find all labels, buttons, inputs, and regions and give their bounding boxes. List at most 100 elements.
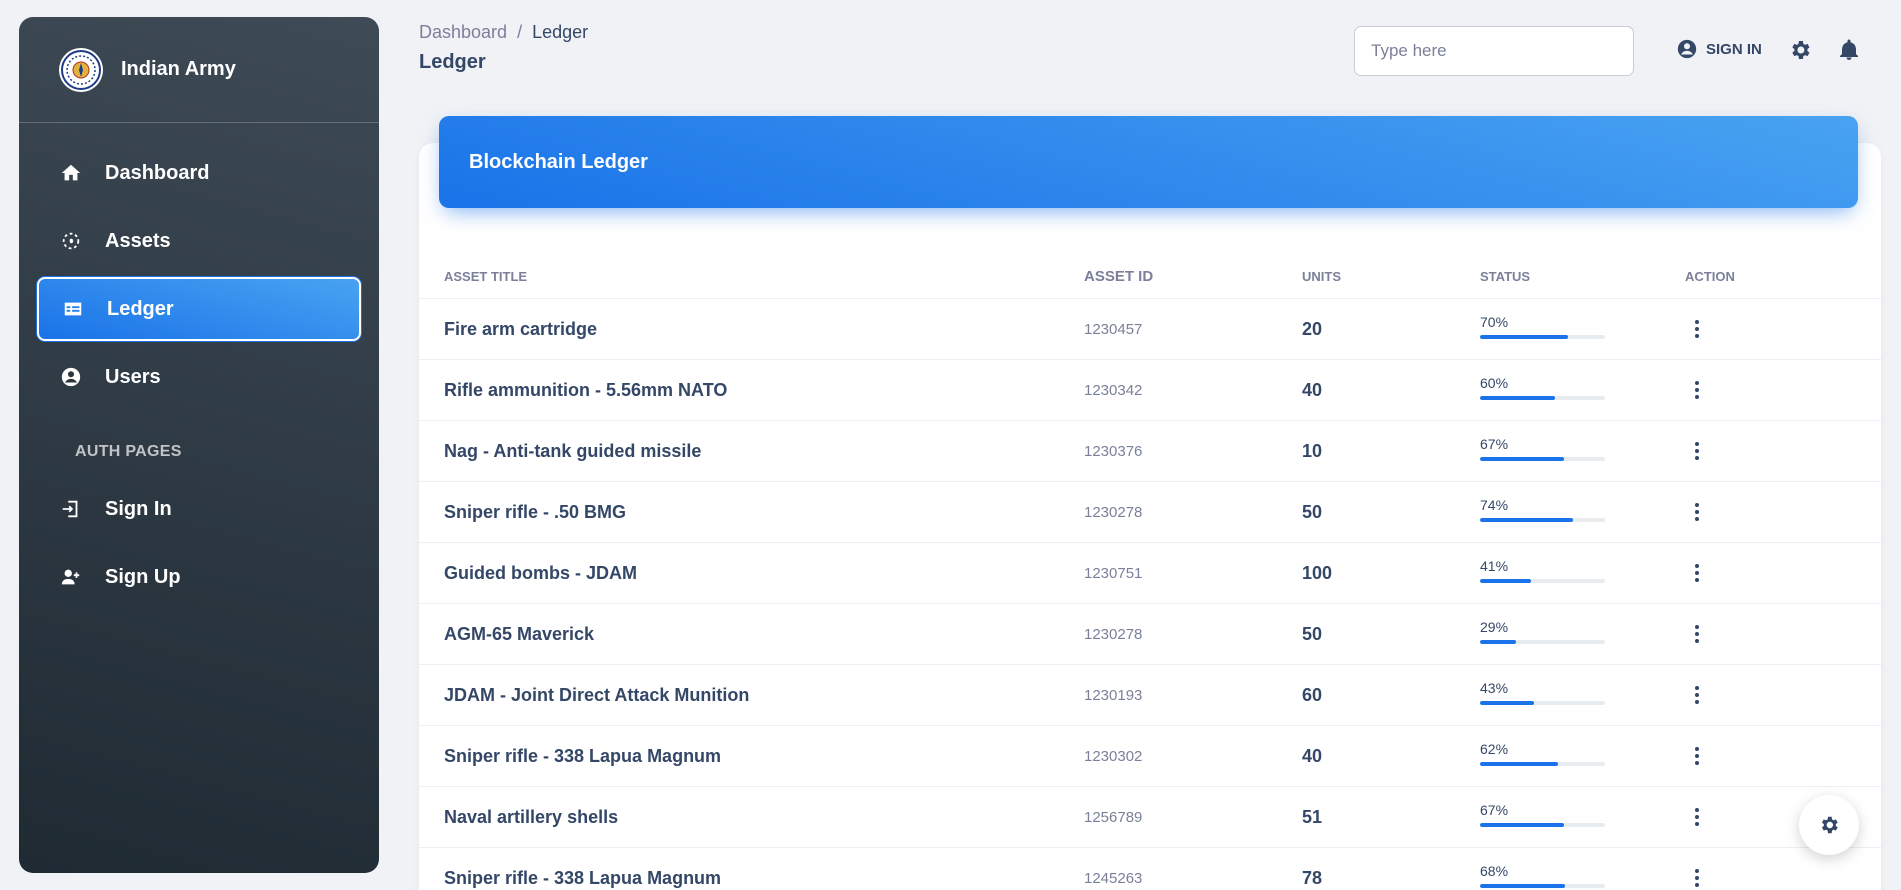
more-vert-icon[interactable] <box>1685 683 1709 707</box>
sidebar-item-sign-in[interactable]: Sign In <box>37 477 361 541</box>
person-add-icon <box>59 565 83 589</box>
sidebar-item-dashboard[interactable]: Dashboard <box>37 141 361 205</box>
asset-units: 20 <box>1302 318 1323 339</box>
asset-units: 78 <box>1302 867 1323 888</box>
asset-id: 1245263 <box>1084 869 1143 887</box>
asset-title: Naval artillery shells <box>444 806 619 827</box>
card-title: Blockchain Ledger <box>469 150 648 173</box>
table-row: Sniper rifle - .50 BMG 1230278 50 74% <box>419 482 1881 543</box>
asset-status: 68% <box>1480 863 1680 888</box>
asset-action <box>1680 744 1880 768</box>
more-vert-icon[interactable] <box>1685 378 1709 402</box>
asset-units: 50 <box>1302 501 1323 522</box>
asset-status: 67% <box>1480 802 1680 827</box>
more-vert-icon[interactable] <box>1685 744 1709 768</box>
more-vert-icon[interactable] <box>1685 561 1709 585</box>
more-vert-icon[interactable] <box>1685 500 1709 524</box>
sidebar-item-sign-up[interactable]: Sign Up <box>37 545 361 609</box>
table-body: Fire arm cartridge 1230457 20 70% Rifle ammu… <box>419 299 1881 890</box>
asset-id: 1230278 <box>1084 503 1143 521</box>
sidebar-item-label: Dashboard <box>105 161 210 184</box>
status-percent: 62% <box>1480 740 1509 757</box>
home-icon <box>59 161 83 185</box>
status-progress-fill <box>1480 883 1565 888</box>
status-percent: 41% <box>1480 557 1509 574</box>
asset-id: 1230193 <box>1084 686 1143 704</box>
status-progress-fill <box>1480 578 1532 583</box>
asset-id: 1230278 <box>1084 625 1143 643</box>
asset-title: Guided bombs - JDAM <box>444 562 637 583</box>
asset-status: 41% <box>1480 558 1680 583</box>
configurator-button[interactable] <box>1799 795 1859 855</box>
breadcrumb-root[interactable]: Dashboard <box>419 22 507 42</box>
table-header: ASSET TITLE ASSET ID UNITS STATUS ACTION <box>419 254 1881 299</box>
auth-pages-label: AUTH PAGES <box>75 443 182 460</box>
status-progress-bar <box>1480 395 1605 400</box>
sidebar-item-label: Assets <box>105 229 171 252</box>
asset-status: 70% <box>1480 314 1680 339</box>
sidebar-item-ledger[interactable]: Ledger <box>37 277 361 341</box>
asset-action <box>1680 622 1880 646</box>
status-progress-bar <box>1480 883 1605 888</box>
sidebar-item-label: Ledger <box>107 297 174 320</box>
account-circle-icon <box>1677 39 1697 59</box>
asset-action <box>1680 317 1880 341</box>
more-vert-icon[interactable] <box>1685 805 1709 829</box>
asset-units: 10 <box>1302 440 1323 461</box>
asset-units: 51 <box>1302 806 1323 827</box>
status-percent: 67% <box>1480 435 1509 452</box>
table-row: JDAM - Joint Direct Attack Munition 12301… <box>419 665 1881 726</box>
status-progress-fill <box>1480 639 1517 644</box>
sidebar-nav: Dashboard Assets Ledger Users AUTH PAGES <box>19 123 379 609</box>
table-row: Fire arm cartridge 1230457 20 70% <box>419 299 1881 360</box>
asset-id: 1230342 <box>1084 381 1143 399</box>
column-header-action: ACTION <box>1685 268 1735 284</box>
status-progress-bar <box>1480 334 1605 339</box>
asset-title: Nag - Anti-tank guided missile <box>444 440 702 461</box>
table-row: Sniper rifle - 338 Lapua Magnum 1230302 40… <box>419 726 1881 787</box>
asset-units: 100 <box>1302 562 1333 583</box>
breadcrumb-separator: / <box>517 22 523 42</box>
notifications-bell-icon[interactable] <box>1837 38 1861 62</box>
status-percent: 70% <box>1480 313 1509 330</box>
settings-icon <box>1821 816 1838 834</box>
sidebar-item-label: Sign In <box>105 497 172 520</box>
breadcrumb: Dashboard / Ledger <box>419 22 1881 43</box>
asset-status: 29% <box>1480 619 1680 644</box>
search-input[interactable] <box>1354 26 1634 76</box>
sidebar: Indian Army Dashboard Assets Ledger User… <box>19 17 379 873</box>
asset-action <box>1680 378 1880 402</box>
table-row: Guided bombs - JDAM 1230751 100 41% <box>419 543 1881 604</box>
sidebar-item-label: Sign Up <box>105 565 181 588</box>
asset-action <box>1680 683 1880 707</box>
sidebar-item-users[interactable]: Users <box>37 345 361 409</box>
ledger-table: ASSET TITLE ASSET ID UNITS STATUS ACTION… <box>419 254 1881 890</box>
status-progress-fill <box>1480 334 1568 339</box>
asset-units: 60 <box>1302 684 1323 705</box>
column-header-asset-id: ASSET ID <box>1084 267 1154 285</box>
status-progress-fill <box>1480 395 1555 400</box>
asset-id: 1230376 <box>1084 442 1143 460</box>
status-progress-bar <box>1480 639 1605 644</box>
more-vert-icon[interactable] <box>1685 622 1709 646</box>
sidebar-item-assets[interactable]: Assets <box>37 209 361 273</box>
settings-icon[interactable] <box>1788 38 1812 62</box>
asset-title: Rifle ammunition - 5.56mm NATO <box>444 379 728 400</box>
status-percent: 68% <box>1480 862 1509 879</box>
assets-icon <box>59 229 83 253</box>
table-row: Naval artillery shells 1256789 51 67% <box>419 787 1881 848</box>
table-row: Nag - Anti-tank guided missile 1230376 10 6… <box>419 421 1881 482</box>
asset-title: Sniper rifle - 338 Lapua Magnum <box>444 745 722 766</box>
sign-in-button[interactable]: SIGN IN <box>1676 38 1762 60</box>
emblem-logo <box>59 47 103 92</box>
more-vert-icon[interactable] <box>1685 866 1709 890</box>
table-row: Rifle ammunition - 5.56mm NATO 1230342 40 6… <box>419 360 1881 421</box>
asset-title: AGM-65 Maverick <box>444 623 595 644</box>
status-percent: 60% <box>1480 374 1509 391</box>
brand[interactable]: Indian Army <box>19 17 379 123</box>
asset-status: 43% <box>1480 680 1680 705</box>
more-vert-icon[interactable] <box>1685 317 1709 341</box>
more-vert-icon[interactable] <box>1685 439 1709 463</box>
table-row: AGM-65 Maverick 1230278 50 29% <box>419 604 1881 665</box>
status-progress-fill <box>1480 700 1534 705</box>
